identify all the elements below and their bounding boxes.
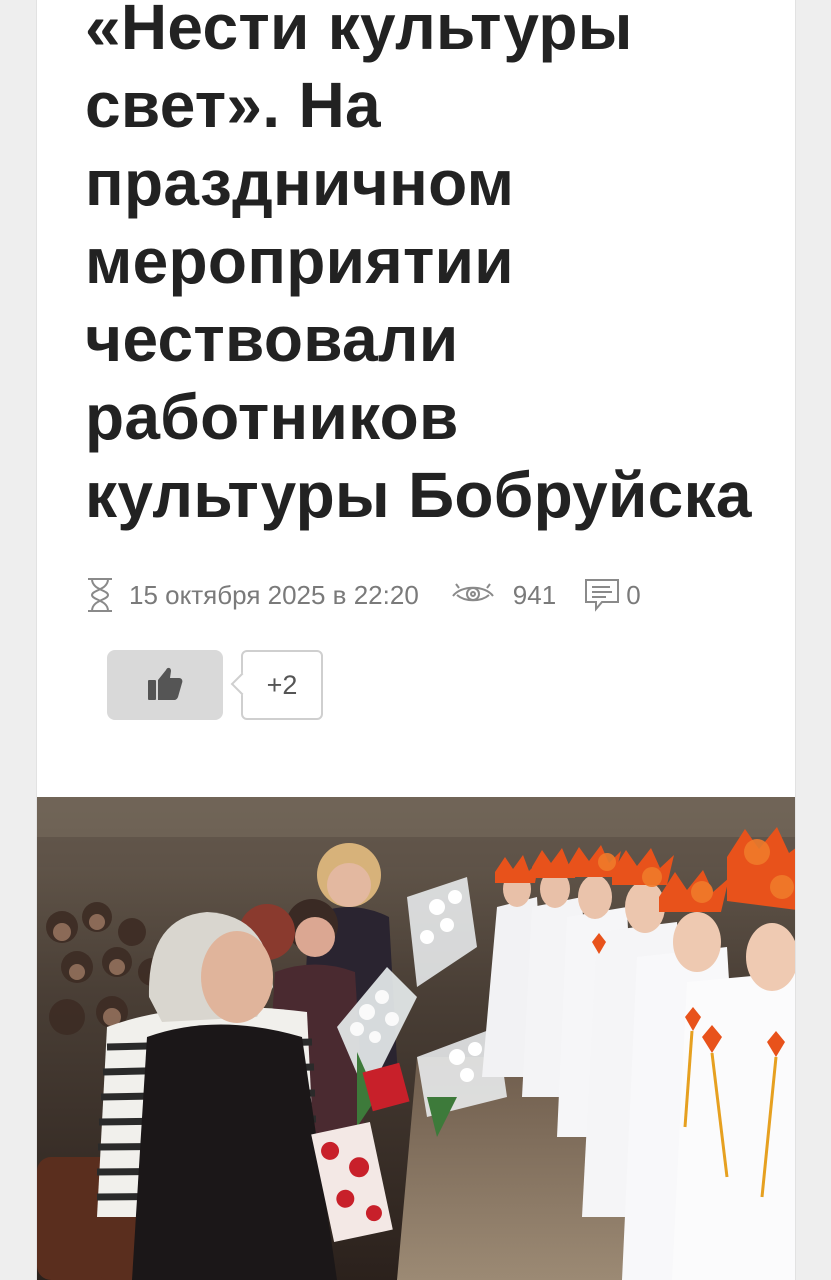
hourglass-icon <box>85 576 115 614</box>
like-button[interactable] <box>107 650 223 720</box>
title-line: мероприятии <box>85 225 514 297</box>
title-line: работников <box>85 381 459 453</box>
title-line: свет». На <box>85 69 381 141</box>
thumbs-up-icon <box>146 664 184 707</box>
title-line: «Нести культуры <box>85 0 633 63</box>
comment-icon[interactable] <box>584 578 620 612</box>
article-date: 15 октября 2025 в 22:20 <box>129 579 419 610</box>
like-bar: +2 <box>107 650 323 720</box>
like-count: +2 <box>241 650 323 720</box>
comment-count[interactable]: 0 <box>626 580 640 611</box>
article-meta: 15 октября 2025 в 22:20 941 0 <box>85 570 641 620</box>
eye-icon <box>451 582 495 608</box>
article-photo[interactable] <box>37 797 795 1280</box>
title-line: чествовали <box>85 303 459 375</box>
article-card: «Нести культуры свет». На праздничном ме… <box>36 0 796 1280</box>
title-line: культуры Бобруйска <box>85 459 752 531</box>
title-line: праздничном <box>85 147 515 219</box>
view-count: 941 <box>512 579 557 610</box>
article-title: «Нести культуры свет». На праздничном ме… <box>85 0 785 534</box>
